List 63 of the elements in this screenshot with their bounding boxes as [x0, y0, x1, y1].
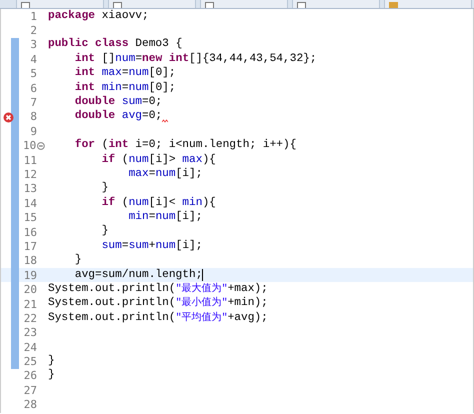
line-number: 2 [29, 25, 37, 36]
editor-tab[interactable] [16, 0, 104, 8]
code-line: for (int i=0; i<num.length; i++){ [74, 140, 296, 152]
line-number: 20 [22, 284, 37, 296]
line-number: 24 [22, 342, 37, 353]
line-number: 22 [22, 312, 37, 324]
file-icon [205, 2, 214, 8]
line-number: 23 [22, 327, 37, 338]
file-icon [113, 2, 122, 8]
line-number: 28 [22, 399, 37, 410]
code-line: int []num=new int[]{34,44,43,54,32}; [74, 54, 317, 65]
line-number: 4 [29, 54, 37, 65]
package-icon [389, 2, 398, 8]
line-number: 17 [22, 240, 37, 252]
code-line: double avg=0; [74, 111, 162, 123]
line-number: 7 [29, 97, 37, 108]
code-line: System.out.println("最小值为"+min); [47, 298, 268, 310]
code-line: min=num[i]; [128, 212, 202, 224]
code-line: int min=num[0]; [74, 82, 176, 94]
line-number: 3 [29, 39, 37, 50]
line-number: 13 [22, 183, 37, 194]
line-number: 26 [22, 370, 37, 382]
collapse-icon[interactable] [37, 142, 45, 150]
line-number: 5 [29, 68, 37, 80]
line-number: 10 [22, 140, 36, 152]
code-line: } [100, 183, 108, 194]
code-line: double sum=0; [74, 96, 162, 108]
code-line: if (num[i]< min){ [100, 198, 216, 209]
line-number: 9 [29, 126, 37, 137]
code-line: if (num[i]> max){ [100, 154, 216, 166]
line-number: 14 [22, 198, 37, 209]
line-number: 21 [22, 298, 37, 310]
line-number: 18 [22, 255, 37, 266]
line-number: 19 [22, 270, 37, 281]
code-line: int max=num[0]; [74, 68, 176, 80]
line-number: 11 [22, 154, 37, 166]
code-line: System.out.println("平均值为"+avg); [47, 312, 268, 324]
line-number: 8 [29, 111, 37, 122]
line-number: 6 [29, 82, 37, 94]
line-number: 25 [22, 356, 37, 368]
code-line: sum=sum+num[i]; [100, 240, 202, 252]
code-line: public class Demo3 { [47, 39, 182, 51]
code-line: } [47, 370, 55, 382]
editor-tab[interactable] [292, 0, 380, 8]
line-number: 1 [29, 10, 37, 22]
line-number: 12 [22, 168, 37, 180]
text-cursor [202, 269, 204, 282]
line-number: 16 [22, 226, 37, 238]
error-icon[interactable] [3, 112, 14, 123]
file-icon [297, 2, 306, 8]
code-line: max=num[i]; [128, 168, 202, 180]
editor-tab[interactable] [200, 0, 288, 8]
code-line: package xiaovv; [47, 10, 149, 22]
line-number: 27 [22, 384, 37, 396]
code-line: } [74, 255, 82, 266]
code-line: } [47, 356, 55, 368]
error-underline [162, 119, 168, 124]
code-line: avg=sum/num.length; [74, 270, 202, 281]
code-line: System.out.println("最大值为"+max); [47, 284, 268, 296]
editor-tab[interactable] [108, 0, 196, 8]
code-line: } [100, 226, 108, 238]
file-icon [21, 2, 30, 8]
line-number: 15 [22, 212, 37, 224]
